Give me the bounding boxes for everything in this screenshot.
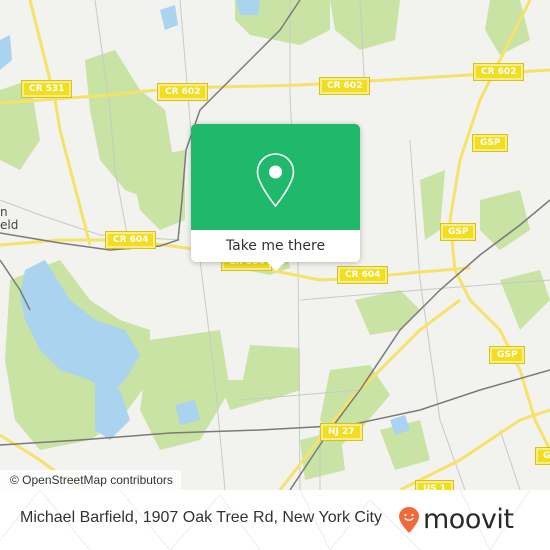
- map-attribution[interactable]: © OpenStreetMap contributors: [0, 470, 181, 490]
- road-shield-gsp: GSP: [490, 347, 525, 363]
- road-shield-cr602: CR 602: [320, 78, 370, 94]
- brand-name: moovit: [423, 504, 514, 535]
- road-shield-cr602: CR 602: [158, 84, 208, 100]
- map-view[interactable]: n eld CR 531 CR 602 CR 602 CR 602 CR 604…: [0, 0, 550, 490]
- location-popup: Take me there: [191, 124, 360, 271]
- place-label-fragment: n: [0, 205, 8, 219]
- footer-bar: Michael Barfield, 1907 Oak Tree Rd, New …: [0, 490, 550, 550]
- road-shield-cr604: CR 604: [106, 232, 156, 248]
- place-label-fragment: eld: [0, 218, 19, 232]
- map-pin-icon: [256, 153, 295, 208]
- location-address: Michael Barfield, 1907 Oak Tree Rd, New …: [20, 509, 382, 526]
- road-shield-cr604: CR 604: [338, 267, 388, 283]
- road-shield-cr531: CR 531: [22, 81, 72, 97]
- road-shield-us1: US 1: [416, 481, 454, 490]
- road-shield-gsp: GSP: [441, 224, 476, 240]
- moovit-pin-icon: [399, 507, 419, 533]
- popup-pointer: [267, 262, 285, 271]
- road-shield-nj27: NJ 27: [321, 424, 362, 440]
- road-shield-gsp: GSP: [536, 448, 550, 464]
- moovit-logo[interactable]: moovit: [398, 503, 514, 537]
- popup-header: [191, 124, 360, 230]
- road-shield-gsp: GSP: [473, 135, 508, 151]
- take-me-there-button[interactable]: Take me there: [191, 230, 360, 262]
- road-shield-cr602: CR 602: [474, 64, 524, 80]
